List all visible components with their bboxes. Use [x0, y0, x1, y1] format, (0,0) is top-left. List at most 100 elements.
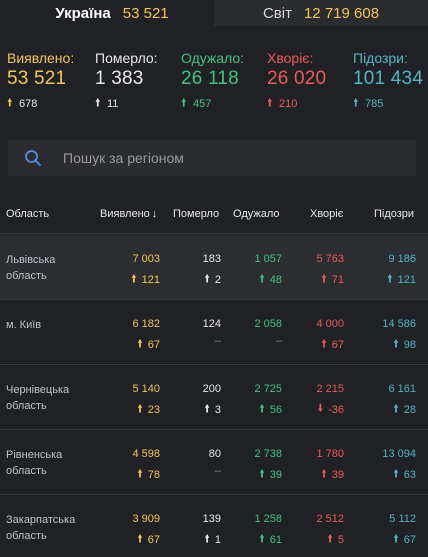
arrow-up-icon: 🠙 [137, 468, 143, 480]
stat-delta: 🠙 678 [7, 94, 74, 113]
sick-delta: 🠙 39 [321, 465, 344, 484]
arrow-up-icon: 🠙 [267, 97, 273, 109]
delta-text: 67 [147, 338, 160, 351]
stat-delta: 🠙 210 [267, 94, 326, 113]
recovered-value: 2 058 [254, 318, 282, 330]
search-icon [25, 150, 41, 166]
header-deaths[interactable]: Померло [173, 208, 219, 220]
table-row[interactable]: Львівська область 7 003 🠙 121 183 🠙 2 1 057 🠙 48 5… [0, 235, 428, 300]
header-confirmed[interactable]: Виявлено ↓ [100, 208, 157, 220]
search-box[interactable] [8, 140, 416, 176]
deaths-value: 200 [202, 383, 221, 395]
sick-value: 2 512 [316, 513, 344, 525]
search-section [0, 124, 428, 194]
tab-ukraine-count: 53 521 [122, 4, 169, 22]
arrow-up-icon: 🠙 [321, 468, 327, 480]
arrow-up-icon: 🠙 [137, 338, 143, 350]
table-row[interactable]: Закарпатська область 3 909 🠙 67 139 🠙 1 1 258 🠙 6… [0, 495, 428, 557]
stat-label: Хворіє: [267, 50, 314, 66]
stat-recovered: Одужало: 26 118 🠙 457 [181, 50, 244, 113]
suspected-value: 13 094 [382, 448, 416, 460]
suspected-delta: 🠙 121 [387, 270, 416, 289]
arrow-up-icon: 🠙 [204, 273, 210, 285]
arrow-up-icon: 🠙 [259, 403, 265, 415]
deaths-value: 80 [208, 448, 221, 460]
confirmed-value: 3 909 [132, 513, 160, 525]
suspected-value: 9 186 [388, 253, 416, 265]
confirmed-delta: 🠙 67 [137, 335, 160, 354]
sick-delta: 🠙 5 [327, 530, 344, 549]
table-row[interactable]: м. Київ 6 182 🠙 67 124 – 2 058 – 4 000 🠙 67 14 586 🠙… [0, 300, 428, 365]
recovered-delta: 🠙 61 [259, 530, 282, 549]
header-sick[interactable]: Хворіє [310, 208, 343, 220]
arrow-up-icon: 🠙 [393, 533, 399, 545]
tab-world-label: Світ [262, 4, 292, 22]
delta-text: 39 [331, 468, 344, 481]
suspected-value: 14 586 [382, 318, 416, 330]
header-recovered[interactable]: Одужало [233, 208, 280, 220]
table-row[interactable]: Рівненська область 4 598 🠙 78 80 – 2 738 🠙 39 1 7… [0, 430, 428, 495]
stat-delta: 🠙 457 [181, 94, 244, 113]
delta-text: -36 [328, 403, 344, 416]
tab-ukraine[interactable]: Україна 53 521 [0, 0, 214, 26]
recovered-value: 2 738 [254, 448, 282, 460]
deaths-delta: – [215, 335, 221, 347]
sick-delta: 🠙 67 [321, 335, 344, 354]
header-region[interactable]: Область [6, 208, 49, 220]
sick-value: 4 000 [316, 318, 344, 330]
confirmed-delta: 🠙 23 [137, 400, 160, 419]
region-name: Закарпатська область [6, 514, 76, 542]
deaths-delta: 🠙 3 [204, 400, 221, 419]
sick-value: 5 763 [316, 253, 344, 265]
stat-delta: 🠙 11 [95, 94, 158, 113]
search-input[interactable] [63, 150, 383, 166]
header-suspected[interactable]: Підозри [374, 208, 414, 220]
tab-world-count: 12 719 608 [303, 4, 380, 22]
arrow-up-icon: 🠙 [137, 403, 143, 415]
confirmed-delta: 🠙 67 [137, 530, 160, 549]
arrow-up-icon: 🠙 [259, 468, 265, 480]
recovered-value: 1 258 [254, 513, 282, 525]
table-row[interactable]: Чернівецька область 5 140 🠙 23 200 🠙 3 2 725 🠙 56… [0, 365, 428, 430]
delta-text: 48 [269, 273, 282, 286]
delta-text: 3 [214, 403, 221, 416]
delta-text: – [275, 335, 282, 347]
confirmed-delta: 🠙 78 [137, 465, 160, 484]
arrow-up-icon: 🠙 [321, 338, 327, 350]
delta-text: 61 [269, 533, 282, 546]
arrow-up-icon: 🠙 [387, 273, 393, 285]
stat-confirmed: Виявлено: 53 521 🠙 678 [7, 50, 74, 113]
suspected-delta: 🠙 63 [393, 465, 416, 484]
delta-text: 63 [403, 468, 416, 481]
confirmed-value: 4 598 [132, 448, 160, 460]
delta-text: 121 [397, 273, 416, 286]
delta-text: 39 [269, 468, 282, 481]
stat-suspected: Підозри: 101 434 🠙 785 [353, 50, 423, 113]
stat-label: Виявлено: [7, 50, 75, 66]
arrow-up-icon: 🠙 [137, 533, 143, 545]
tab-ukraine-label: Україна [55, 4, 111, 22]
stat-delta: 🠙 785 [353, 94, 423, 113]
sick-value: 1 780 [316, 448, 344, 460]
region-name: Рівненська область [6, 449, 63, 477]
deaths-delta: – [215, 465, 221, 477]
arrow-up-icon: 🠙 [131, 273, 137, 285]
deaths-delta: 🠙 1 [204, 530, 221, 549]
summary-stats: Виявлено: 53 521 🠙 678 Померло: 1 383 🠙 11… [0, 26, 428, 124]
suspected-value: 5 112 [389, 513, 416, 525]
stat-value: 1 383 [95, 68, 144, 89]
confirmed-value: 5 140 [132, 383, 160, 395]
recovered-delta: 🠙 56 [259, 400, 282, 419]
tab-world[interactable]: Світ 12 719 608 [214, 0, 428, 26]
suspected-delta: 🠙 28 [393, 400, 416, 419]
recovered-value: 2 725 [254, 383, 282, 395]
stat-sick: Хворіє: 26 020 🠙 210 [267, 50, 326, 113]
delta-text: – [214, 335, 221, 347]
arrow-up-icon: 🠙 [204, 533, 210, 545]
region-name: Львівська область [6, 254, 56, 282]
arrow-down-icon: 🠛 [317, 403, 324, 415]
recovered-delta: – [276, 335, 282, 347]
arrow-up-icon: 🠙 [321, 273, 327, 285]
delta-text: 98 [403, 338, 416, 351]
stat-deaths: Померло: 1 383 🠙 11 [95, 50, 158, 113]
